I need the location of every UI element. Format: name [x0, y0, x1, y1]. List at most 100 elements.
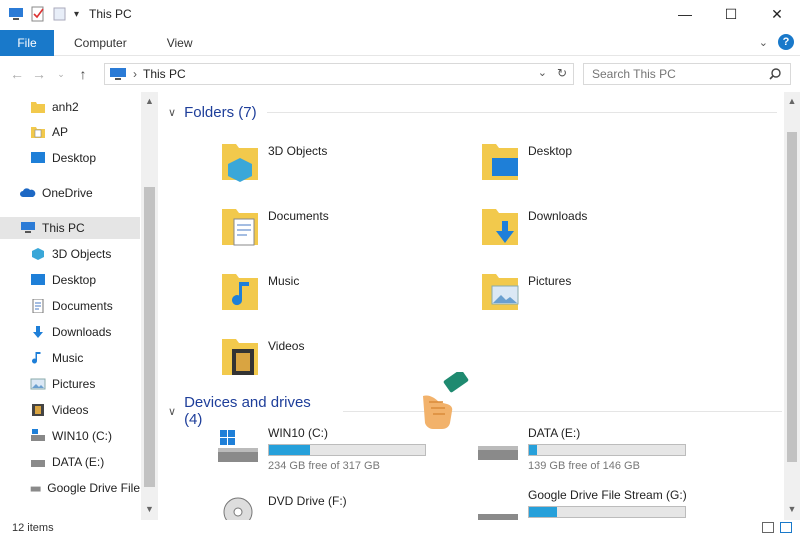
- recent-locations-chevron-icon[interactable]: ⌄: [50, 69, 72, 80]
- back-button[interactable]: ←: [6, 66, 28, 82]
- refresh-icon[interactable]: ↻: [557, 66, 567, 80]
- drive-win10-c[interactable]: WIN10 (C:) 234 GB free of 317 GB: [216, 426, 426, 472]
- sidebar-item-3d-objects[interactable]: 3D Objects: [0, 243, 140, 265]
- folder-desktop[interactable]: Desktop: [480, 138, 572, 182]
- sidebar-item-pictures[interactable]: Pictures: [0, 373, 140, 395]
- up-button[interactable]: ↑: [72, 66, 94, 82]
- drive-icon: [478, 446, 518, 460]
- sidebar-item-label: Desktop: [52, 151, 97, 165]
- tab-computer[interactable]: Computer: [54, 36, 147, 50]
- downloads-icon: [482, 209, 518, 245]
- tab-file[interactable]: File: [0, 29, 54, 56]
- drive-c-icon: [218, 430, 258, 462]
- drive-label: DATA (E:): [528, 426, 581, 440]
- sidebar-item-data-e[interactable]: DATA (E:): [0, 451, 140, 473]
- sidebar-item-desktop[interactable]: Desktop: [0, 269, 140, 291]
- help-icon[interactable]: ?: [778, 34, 794, 50]
- new-folder-icon[interactable]: [52, 6, 68, 22]
- drive-usage-fill: [529, 445, 537, 455]
- sidebar-item-label: Videos: [52, 403, 89, 417]
- sidebar-item-google-drive[interactable]: Google Drive File: [0, 477, 140, 499]
- drive-usage-bar: [528, 506, 686, 518]
- scroll-up-icon[interactable]: ▲: [784, 96, 800, 106]
- drive-icon: [30, 486, 41, 492]
- search-box[interactable]: [583, 63, 791, 85]
- scrollbar-thumb[interactable]: [787, 132, 797, 462]
- devices-section-header[interactable]: ∨ Devices and drives (4): [168, 394, 782, 428]
- scroll-up-icon[interactable]: ▲: [141, 96, 158, 106]
- folder-label: Videos: [268, 339, 305, 353]
- sidebar-item-label: Music: [52, 351, 84, 365]
- folder-label: Downloads: [528, 209, 588, 223]
- folder-3d-objects[interactable]: 3D Objects: [220, 138, 327, 182]
- collapse-chevron-icon[interactable]: ∨: [168, 405, 176, 418]
- content-pane: ∨ Folders (7) 3D Objects Desktop Documen…: [160, 92, 782, 520]
- sidebar-item-label: Downloads: [52, 325, 112, 339]
- folder-music[interactable]: Music: [220, 268, 299, 312]
- folder-videos[interactable]: Videos: [220, 333, 304, 377]
- tab-view[interactable]: View: [147, 36, 213, 50]
- large-icons-view-icon[interactable]: [780, 522, 792, 533]
- details-view-icon[interactable]: [762, 522, 774, 533]
- scrollbar-thumb[interactable]: [144, 187, 155, 487]
- sidebar-item-documents[interactable]: Documents: [0, 295, 140, 317]
- drive-label: WIN10 (C:): [268, 426, 328, 440]
- customize-toolbar-chevron-icon[interactable]: ▾: [74, 9, 79, 20]
- videos-icon: [32, 404, 44, 416]
- breadcrumb-separator-icon[interactable]: ›: [133, 67, 137, 81]
- sidebar-item-label: 3D Objects: [52, 247, 112, 261]
- maximize-button[interactable]: ☐: [708, 0, 754, 28]
- folder-pictures[interactable]: Pictures: [480, 268, 571, 312]
- sidebar-item-music[interactable]: Music: [0, 347, 140, 369]
- collapse-chevron-icon[interactable]: ∨: [168, 106, 176, 119]
- content-scrollbar[interactable]: ▲ ▼: [784, 92, 800, 520]
- address-dropdown-icon[interactable]: ⌄: [538, 66, 547, 79]
- scroll-down-icon[interactable]: ▼: [784, 504, 800, 514]
- search-input[interactable]: [592, 67, 762, 81]
- minimize-button[interactable]: —: [662, 0, 708, 28]
- drive-data-e[interactable]: DATA (E:) 139 GB free of 146 GB: [476, 426, 686, 472]
- sidebar-item-downloads[interactable]: Downloads: [0, 321, 140, 343]
- music-icon: [32, 352, 41, 364]
- drive-icon: [478, 514, 518, 520]
- section-title: Devices and drives (4): [184, 394, 311, 428]
- 3d-objects-icon: [222, 144, 258, 182]
- address-bar[interactable]: › This PC ⌄ ↻: [104, 63, 574, 85]
- folder-label: 3D Objects: [268, 144, 328, 158]
- onedrive-icon: [20, 188, 36, 197]
- expand-ribbon-chevron-icon[interactable]: ⌄: [759, 36, 768, 49]
- documents-icon: [222, 209, 258, 246]
- close-button[interactable]: ✕: [754, 0, 800, 28]
- this-pc-icon[interactable]: [8, 6, 24, 22]
- search-icon[interactable]: [768, 67, 782, 81]
- sidebar-item-label: AP: [52, 125, 69, 139]
- pictures-icon: [482, 274, 519, 310]
- sidebar-item-desktop-quick[interactable]: Desktop: [0, 147, 140, 169]
- sidebar-item-win10-c[interactable]: WIN10 (C:): [0, 425, 140, 447]
- pictures-icon: [30, 378, 46, 390]
- folder-downloads[interactable]: Downloads: [480, 203, 587, 247]
- sidebar-item-ap[interactable]: AP: [0, 121, 140, 143]
- forward-button[interactable]: →: [28, 66, 50, 82]
- sidebar-item-this-pc[interactable]: This PC: [0, 217, 140, 239]
- drive-dvd-f[interactable]: DVD Drive (F:): [216, 494, 347, 520]
- sidebar-item-label: Desktop: [52, 273, 97, 287]
- sidebar-item-label: OneDrive: [42, 186, 93, 200]
- window-title: This PC: [89, 7, 132, 21]
- breadcrumb[interactable]: This PC: [143, 67, 186, 81]
- sidebar-item-label: This PC: [42, 221, 85, 235]
- drive-google-drive-g[interactable]: Google Drive File Stream (G:): [476, 488, 687, 520]
- scroll-down-icon[interactable]: ▼: [141, 504, 158, 514]
- sidebar-item-anh2[interactable]: anh2: [0, 96, 140, 118]
- sidebar-item-label: anh2: [52, 100, 79, 114]
- section-divider: [266, 112, 777, 113]
- properties-icon[interactable]: [30, 6, 46, 22]
- folders-section-header[interactable]: ∨ Folders (7): [168, 104, 777, 121]
- sidebar-scrollbar[interactable]: ▲ ▼: [141, 92, 158, 520]
- item-count: 12 items: [12, 522, 54, 534]
- desktop-icon: [482, 144, 518, 180]
- pointing-hand-icon: [423, 372, 469, 429]
- sidebar-item-videos[interactable]: Videos: [0, 399, 140, 421]
- sidebar-item-onedrive[interactable]: OneDrive: [0, 182, 140, 204]
- folder-documents[interactable]: Documents: [220, 203, 329, 247]
